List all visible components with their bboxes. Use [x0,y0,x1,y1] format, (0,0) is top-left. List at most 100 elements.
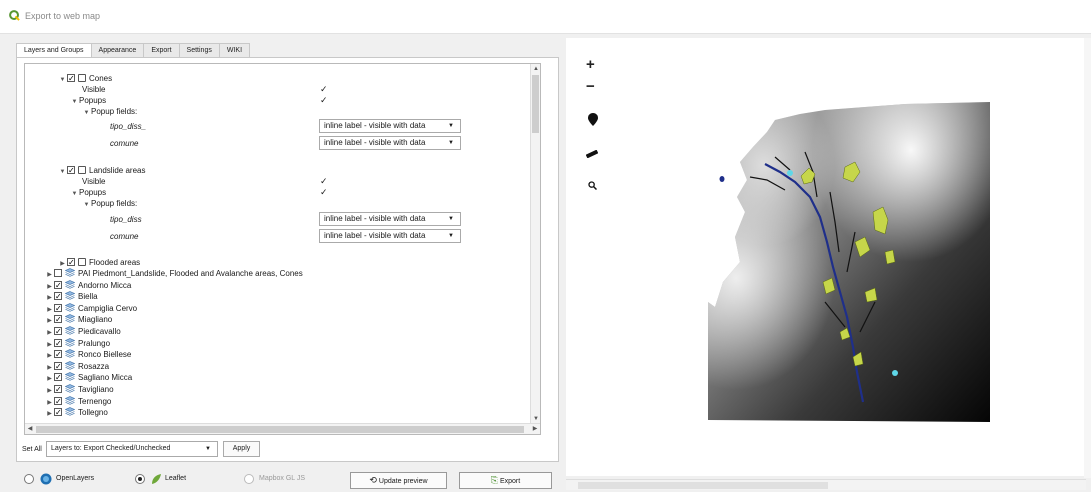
group-checkbox[interactable] [54,280,62,289]
tab-wiki[interactable]: WIKI [218,43,251,57]
group-name: Ronco Biellese [78,350,132,360]
tree-row-group[interactable]: ▶Campiglia Cervo [45,302,138,314]
layer-group-icon [65,372,75,382]
group-name: Campiglia Cervo [78,303,138,313]
tree-vertical-scrollbar[interactable]: ▲ ▼ [530,64,540,424]
group-checkbox[interactable] [54,350,62,359]
tree-row-group[interactable]: ▶Tavigliano [45,384,114,395]
map-horizontal-scrollbar[interactable] [566,479,1086,490]
layer-group-icon [65,395,75,405]
zoom-in-button[interactable]: + [586,56,595,73]
scroll-thumb[interactable] [532,75,539,133]
tree-row-group[interactable]: ▶Miagliano [45,314,112,325]
group-name: Pralungo [78,338,111,348]
collapse-arrow-icon[interactable]: ▼ [82,200,91,211]
expand-arrow-icon[interactable]: ▶ [45,409,54,420]
visible-checkbox[interactable]: ✓ [320,176,328,186]
tree-row-group[interactable]: ▶Andorno Micca [45,279,131,291]
popups-label: Popups [79,188,107,197]
tree-row-group[interactable]: ▶Sagliano Micca [45,372,132,383]
window-title: Export to web map [25,11,101,21]
group-checkbox[interactable] [54,303,62,312]
popup-fields-label: Popup fields: [91,107,138,116]
tree-row-group[interactable]: ▶Pralungo [45,337,111,349]
locate-pin-icon[interactable] [588,113,598,126]
collapse-arrow-icon[interactable]: ▼ [58,75,67,86]
tree-row-group[interactable]: ▶Ternengo [45,395,112,407]
export-button[interactable]: ⎘ Export [459,472,552,489]
field-popup-select[interactable]: inline label - visible with data ▼ [319,136,461,150]
group-checkbox[interactable] [54,408,62,417]
scroll-left-icon[interactable]: ◀ [25,424,35,434]
visible-checkbox[interactable]: ✓ [320,84,328,94]
tree-row-cones[interactable]: ▼ Cones [58,73,112,84]
field-popup-select[interactable]: inline label - visible with data ▼ [319,119,461,133]
group-checkbox[interactable] [54,396,62,405]
leaflet-label: Leaflet [165,475,187,482]
tree-row-group[interactable]: ▶ PAI Piedmont_Landslide, Flooded and Ava… [45,268,303,279]
update-preview-button[interactable]: ⟲ Update preview [350,472,447,489]
openlayers-label: OpenLayers [56,475,95,482]
tree-row-popups[interactable]: ▼ Popups [70,95,107,108]
group-checkbox[interactable] [54,269,62,277]
collapse-arrow-icon[interactable]: ▼ [70,189,79,200]
tab-layers-and-groups[interactable]: Layers and Groups [16,43,92,58]
leaflet-radio[interactable] [135,474,145,484]
popups-checkbox[interactable]: ✓ [320,95,328,105]
tab-export[interactable]: Export [143,43,180,57]
tree-row-flooded-areas[interactable]: ▶Flooded areas [58,257,140,268]
field-name: tipo_diss [110,215,142,224]
tree-row-group[interactable]: ▶Piedicavallo [45,326,121,337]
zoom-out-button[interactable]: − [586,78,595,95]
scroll-thumb[interactable] [36,426,524,433]
group-checkbox[interactable] [54,373,62,382]
popup-fields-label: Popup fields: [91,199,138,208]
layer-checkbox[interactable] [67,74,75,82]
collapse-arrow-icon[interactable]: ▼ [58,167,67,178]
group-name: Tollegno [78,408,108,418]
group-checkbox[interactable] [54,361,62,370]
collapse-arrow-icon[interactable]: ▼ [82,108,91,119]
map-preview[interactable]: + − [566,38,1086,476]
layer-name: Landslide areas [89,166,146,175]
layers-tab-panel: ▼Cones Visible ✓ ▼Popups ✓ ▼Popup fields… [16,57,559,462]
polygon-layer-icon [78,166,86,174]
scroll-right-icon[interactable]: ▶ [530,424,540,434]
set-all-select[interactable]: Layers to: Export Checked/Unchecked ▼ [46,441,218,457]
group-checkbox[interactable] [54,338,62,347]
scroll-up-icon[interactable]: ▲ [531,64,540,74]
group-checkbox[interactable] [54,385,62,393]
search-icon[interactable] [588,181,597,190]
tree-row-landslide-areas[interactable]: ▼ Landslide areas [58,165,145,176]
tab-settings[interactable]: Settings [178,43,220,57]
tree-horizontal-scrollbar[interactable]: ◀ ▶ [25,423,540,434]
tree-row-popup-fields[interactable]: ▼ Popup fields: [82,106,138,119]
field-popup-select[interactable]: inline label - visible with data ▼ [319,229,461,243]
field-popup-select[interactable]: inline label - visible with data ▼ [319,212,461,226]
openlayers-radio[interactable] [24,474,34,484]
select-value: inline label - visible with data [324,231,426,240]
group-checkbox[interactable] [54,315,62,324]
tree-row-popups[interactable]: ▼ Popups [70,187,107,200]
tree-row-group[interactable]: ▶Ronco Biellese [45,349,131,360]
group-checkbox[interactable] [54,327,62,335]
layer-group-icon [65,302,75,312]
apply-button[interactable]: Apply [223,441,260,457]
group-checkbox[interactable] [54,292,62,301]
tree-row-popup-fields[interactable]: ▼ Popup fields: [82,198,138,211]
tab-appearance[interactable]: Appearance [90,43,145,57]
measure-ruler-icon[interactable] [586,150,598,158]
layer-checkbox[interactable] [67,166,75,174]
scroll-thumb[interactable] [578,482,828,489]
layer-checkbox[interactable] [67,258,75,266]
tree-row-group[interactable]: ▶Rosazza [45,360,109,372]
tree-row-group[interactable]: ▶ Tollegno [45,407,108,418]
layer-group-icon [65,291,75,300]
select-value: Layers to: Export Checked/Unchecked [51,445,171,452]
collapse-arrow-icon[interactable]: ▼ [70,97,79,108]
map-vertical-scrollbar[interactable] [1084,38,1091,478]
mapbox-radio[interactable] [244,474,254,484]
tree-row-group[interactable]: ▶Biella [45,291,98,302]
group-name: Ternengo [78,396,112,406]
popups-checkbox[interactable]: ✓ [320,187,328,197]
